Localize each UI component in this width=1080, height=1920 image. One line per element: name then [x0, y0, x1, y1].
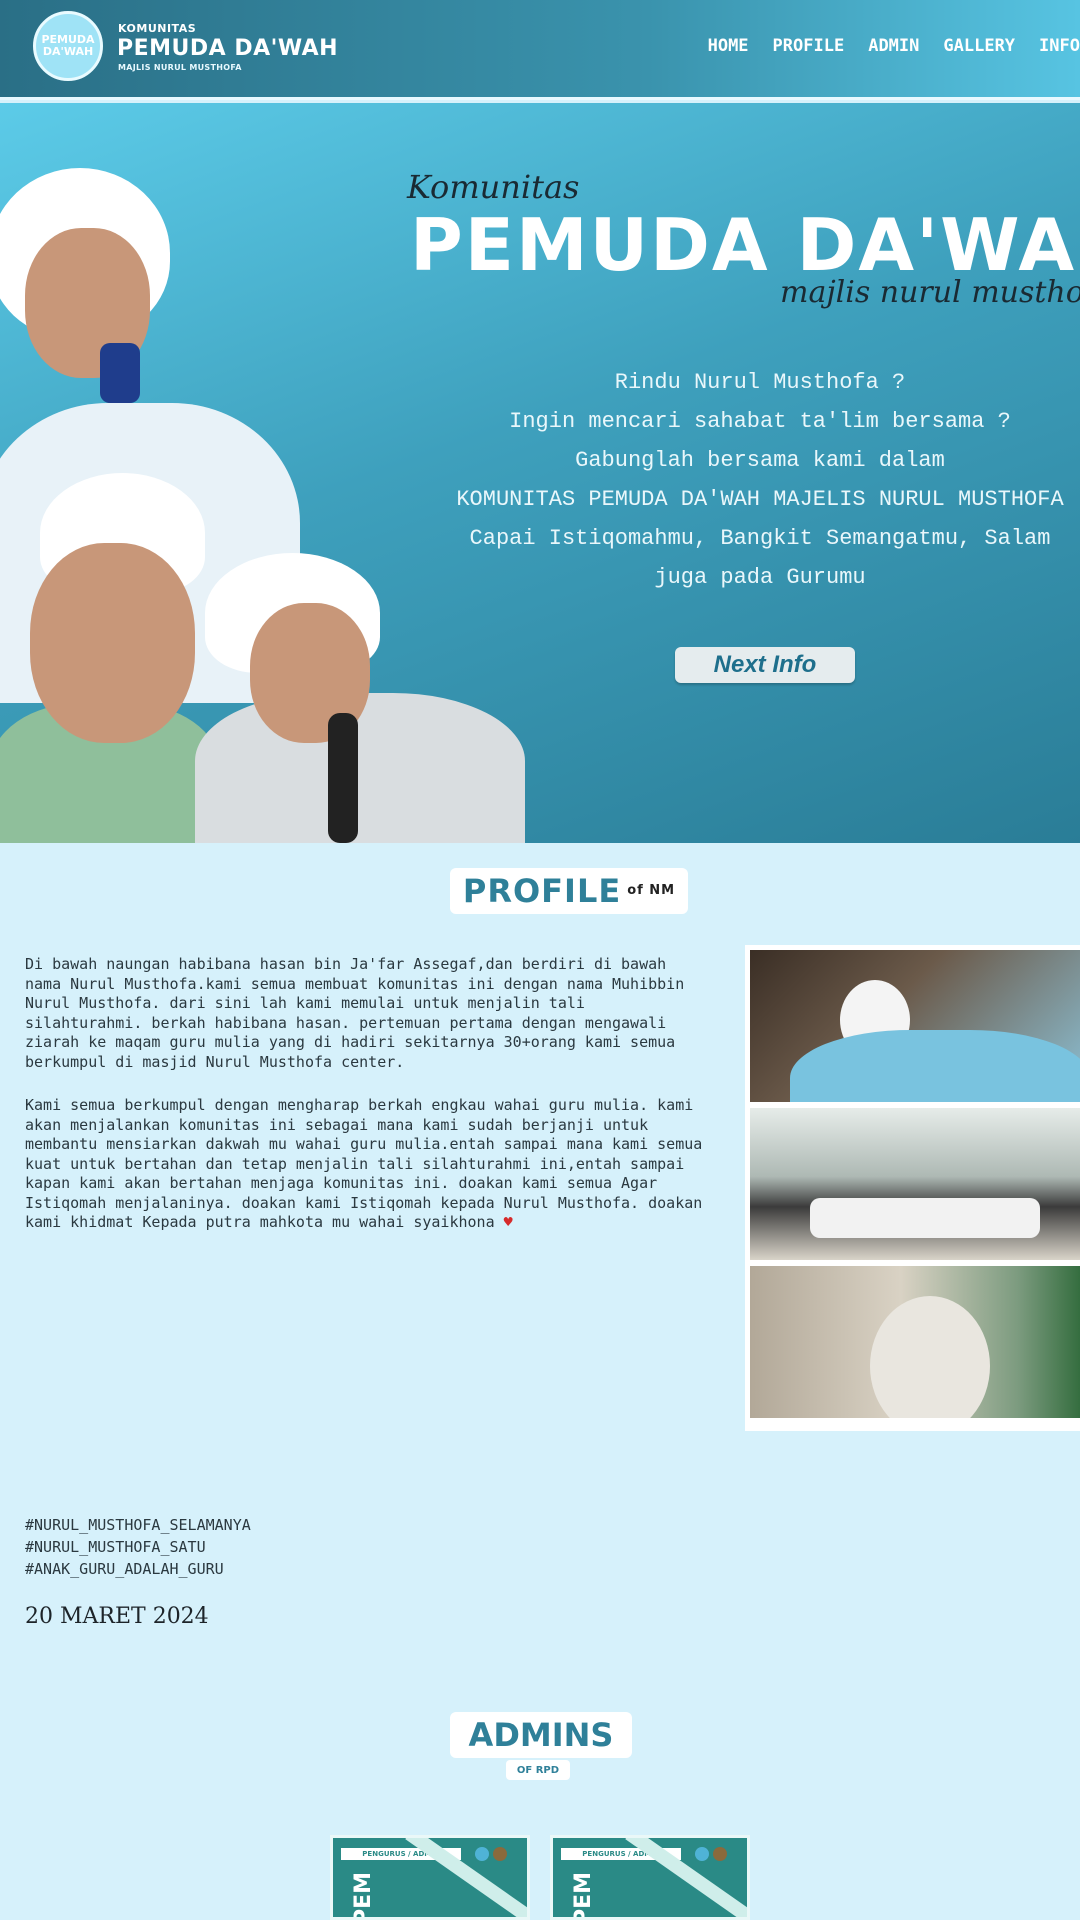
card-stripe: [405, 1838, 527, 1917]
hero-line: Ingin mencari sahabat ta'lim bersama ?: [509, 409, 1011, 434]
badge-icon: [695, 1847, 709, 1861]
profile-photo-stack: [745, 945, 1080, 1431]
profile-date: 20 MARET 2024: [25, 1604, 209, 1629]
profile-heading-text: PROFILE: [462, 872, 622, 910]
photo-figure: [870, 1296, 990, 1418]
hero-line: Rindu Nurul Musthofa ?: [614, 370, 906, 395]
badge-icon: [713, 1847, 727, 1861]
profile-photo[interactable]: [750, 950, 1080, 1102]
hero-banner: Komunitas PEMUDA DA'WAH majlis nurul mus…: [0, 103, 1080, 843]
admins-heading: ADMINS: [450, 1712, 632, 1758]
hero-komunitas: Komunitas: [407, 168, 580, 206]
admin-card-word: PEM: [351, 1872, 376, 1920]
nav-profile[interactable]: PROFILE: [773, 36, 845, 56]
photo-figure: [790, 1030, 1080, 1102]
nav-info[interactable]: INFO: [1039, 36, 1080, 56]
hashtag: #NURUL_MUSTHOFA_SELAMANYA: [25, 1516, 251, 1534]
logo[interactable]: PEMUDA DA'WAH: [33, 11, 103, 81]
microphone-icon: [100, 343, 140, 403]
brand-small: KOMUNITAS: [118, 22, 197, 35]
logo-text: PEMUDA DA'WAH: [41, 33, 95, 58]
hero-line: juga pada Gurumu: [654, 565, 866, 590]
hero-line: Gabunglah bersama kami dalam: [575, 448, 945, 473]
figure-face: [30, 543, 195, 743]
admin-card-word: PEM: [571, 1872, 596, 1920]
hero-line: Capai Istiqomahmu, Bangkit Semangatmu, S…: [469, 526, 1051, 551]
hashtag: #ANAK_GURU_ADALAH_GURU: [25, 1560, 224, 1578]
admin-card[interactable]: PENGURUS / ADMIN PEM: [550, 1835, 750, 1920]
nav-links: HOME PROFILE ADMIN GALLERY INFO: [708, 36, 1080, 56]
card-stripe: [625, 1838, 747, 1917]
nav-admin[interactable]: ADMIN: [868, 36, 919, 56]
profile-paragraph: Di bawah naungan habibana hasan bin Ja'f…: [25, 955, 685, 1071]
profile-photo[interactable]: [750, 1108, 1080, 1260]
badge-icon: [493, 1847, 507, 1861]
hashtag-list: #NURUL_MUSTHOFA_SELAMANYA #NURUL_MUSTHOF…: [25, 1514, 251, 1580]
profile-photo[interactable]: [750, 1266, 1080, 1418]
hero-line: KOMUNITAS PEMUDA DA'WAH MAJELIS NURUL MU…: [456, 487, 1064, 512]
admins-heading-small: OF RPD: [506, 1760, 570, 1780]
profile-description: Di bawah naungan habibana hasan bin Ja'f…: [25, 955, 705, 1257]
hero-majlis: majlis nurul musthofa: [780, 275, 1080, 310]
nav-home[interactable]: HOME: [708, 36, 749, 56]
brand-title: PEMUDA DA'WAH: [117, 36, 339, 61]
nav-gallery[interactable]: GALLERY: [943, 36, 1015, 56]
badge-icon: [475, 1847, 489, 1861]
profile-paragraph-text: Kami semua berkumpul dengan mengharap be…: [25, 1096, 703, 1231]
profile-paragraph: Kami semua berkumpul dengan mengharap be…: [25, 1096, 705, 1233]
hero-text: Rindu Nurul Musthofa ? Ingin mencari sah…: [420, 363, 1080, 597]
profile-heading: PROFILE of NM: [450, 868, 688, 914]
photo-figure: [810, 1198, 1040, 1238]
admin-card[interactable]: PENGURUS / ADMIN PEM: [330, 1835, 530, 1920]
navbar: PEMUDA DA'WAH KOMUNITAS PEMUDA DA'WAH MA…: [0, 0, 1080, 100]
microphone-icon: [328, 713, 358, 843]
profile-heading-small: of NM: [627, 883, 676, 898]
brand-subtitle: MAJLIS NURUL MUSTHOFA: [118, 63, 242, 72]
next-info-button[interactable]: Next Info: [675, 647, 855, 683]
hashtag: #NURUL_MUSTHOFA_SATU: [25, 1538, 206, 1556]
heart-icon: ♥: [503, 1213, 513, 1231]
